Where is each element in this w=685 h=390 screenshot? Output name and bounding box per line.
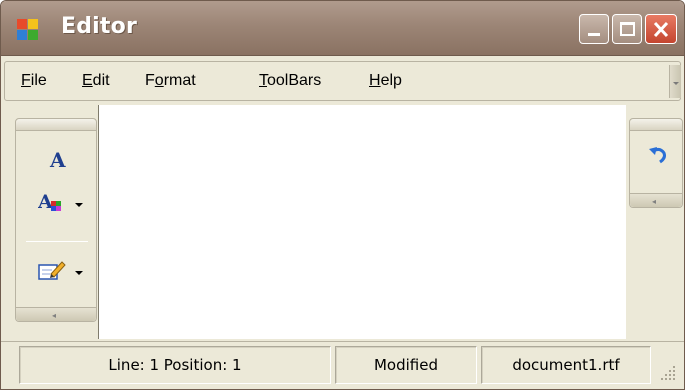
edit-note-button[interactable]	[38, 257, 88, 285]
undo-button[interactable]	[646, 143, 670, 167]
minimize-icon	[588, 33, 600, 36]
toolbar-grip[interactable]	[630, 119, 682, 131]
maximize-icon	[620, 22, 635, 36]
status-position: Line: 1 Position: 1	[19, 346, 331, 384]
menu-format[interactable]: Format	[145, 72, 196, 90]
window-title: Editor	[61, 14, 137, 39]
chevron-down-icon	[75, 203, 83, 207]
editor-text-area[interactable]	[98, 105, 626, 339]
undo-icon	[649, 147, 666, 164]
resize-grip-icon[interactable]	[659, 364, 679, 384]
left-toolbar: A A ◂	[15, 118, 97, 322]
title-bar[interactable]: Editor	[1, 1, 684, 56]
toolbar-grip[interactable]	[16, 119, 96, 131]
menu-help[interactable]: Help	[369, 72, 402, 90]
status-modified: Modified	[335, 346, 477, 384]
right-toolbar: ◂	[629, 118, 683, 208]
close-icon	[653, 21, 669, 38]
menu-toolbars[interactable]: ToolBars	[259, 72, 321, 90]
svg-text:A: A	[49, 148, 66, 171]
font-color-icon: A	[38, 191, 61, 213]
arrow-left-icon: ◂	[652, 197, 657, 206]
toolbar-separator	[26, 241, 88, 242]
toolbar-overflow-button[interactable]: ◂	[16, 307, 96, 321]
status-filename: document1.rtf	[481, 346, 651, 384]
status-bar: Line: 1 Position: 1 Modified document1.r…	[1, 341, 684, 389]
chevron-down-icon	[75, 271, 83, 275]
menu-edit[interactable]: Edit	[82, 72, 110, 90]
font-button[interactable]: A	[46, 147, 70, 172]
arrow-left-icon: ◂	[52, 311, 57, 320]
editor-app-icon	[17, 19, 39, 41]
chevron-down-icon	[673, 82, 679, 85]
minimize-button[interactable]	[579, 14, 609, 44]
edit-note-icon	[38, 261, 66, 280]
menu-bar: File Edit Format ToolBars Help	[4, 61, 681, 101]
menu-file[interactable]: File	[21, 72, 47, 90]
font-color-button[interactable]: A	[38, 189, 88, 217]
svg-text:A: A	[38, 191, 53, 213]
menu-overflow-button[interactable]	[669, 65, 681, 98]
toolbar-overflow-button[interactable]: ◂	[630, 193, 682, 207]
close-button[interactable]	[645, 14, 677, 44]
font-icon: A	[49, 148, 66, 172]
editor-window: Editor File Edit Format ToolBars Help A …	[0, 0, 685, 390]
maximize-button[interactable]	[612, 14, 642, 44]
